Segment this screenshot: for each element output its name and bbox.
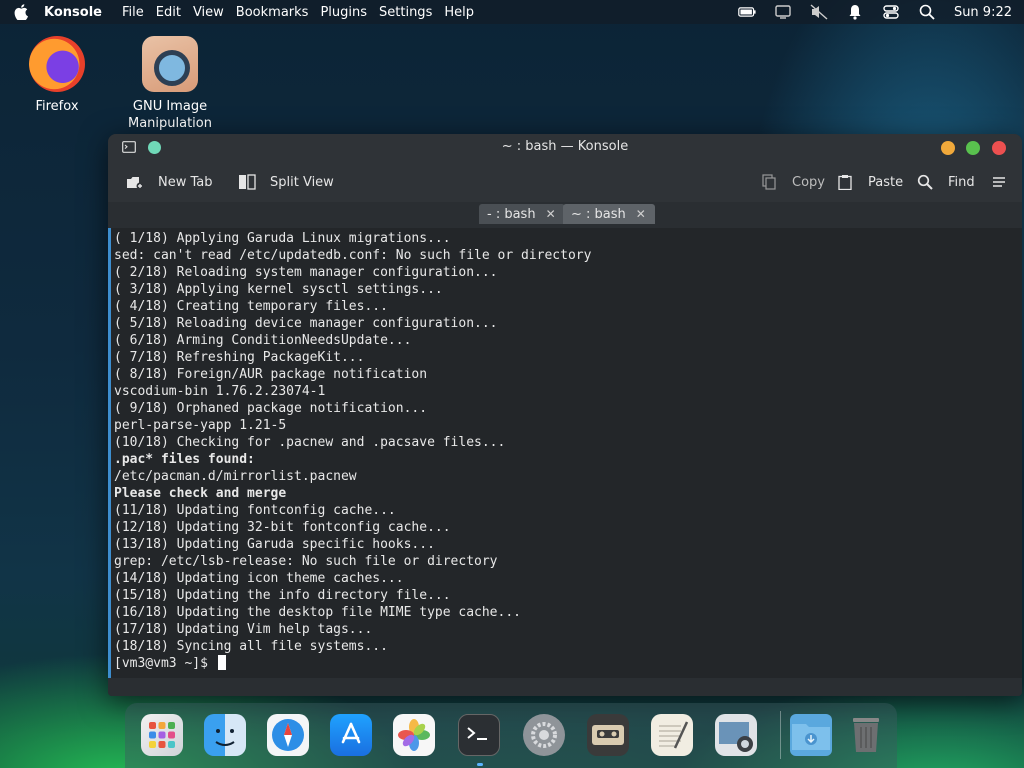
running-indicator	[477, 763, 483, 766]
close-tab-icon[interactable]: ✕	[636, 207, 646, 221]
hamburger-menu-button[interactable]	[990, 162, 1022, 202]
window-bottom-frame	[108, 678, 1022, 696]
menu-edit[interactable]: Edit	[156, 5, 181, 20]
maximize-button[interactable]	[966, 141, 980, 155]
terminal-line: (16/18) Updating the desktop file MIME t…	[114, 605, 521, 620]
new-tab-button[interactable]: New Tab	[126, 162, 213, 202]
photos-icon[interactable]	[393, 714, 435, 756]
launchpad-icon[interactable]	[141, 714, 183, 756]
copy-icon	[760, 173, 778, 191]
volume-muted-icon[interactable]	[810, 4, 828, 20]
terminal-line: ( 9/18) Orphaned package notification...	[114, 401, 428, 416]
text-cursor	[217, 655, 226, 670]
paste-label: Paste	[868, 174, 904, 190]
toolbar: New Tab Split View Copy Paste Find	[108, 162, 1022, 202]
tab-label: - : bash	[487, 206, 536, 222]
copy-button[interactable]: Copy	[760, 162, 825, 202]
paste-icon	[836, 173, 854, 191]
notifications-icon[interactable]	[846, 4, 864, 20]
cassette-icon[interactable]	[587, 714, 629, 756]
menu-file[interactable]: File	[122, 5, 144, 20]
tab-label: ~ : bash	[571, 206, 626, 222]
terminal-line: (12/18) Updating 32-bit fontconfig cache…	[114, 520, 451, 535]
terminal-line: (10/18) Checking for .pacnew and .pacsav…	[114, 435, 506, 450]
copy-label: Copy	[792, 174, 825, 190]
terminal-line: (14/18) Updating icon theme caches...	[114, 571, 404, 586]
screenshot-icon[interactable]	[715, 714, 757, 756]
terminal-line: vscodium-bin 1.76.2.23074-1	[114, 384, 326, 399]
terminal-icon[interactable]	[458, 714, 500, 756]
terminal-line: ( 6/18) Arming ConditionNeedsUpdate...	[114, 333, 412, 348]
desktop-icon-gimp[interactable]: GNU Image Manipulation ...	[120, 36, 220, 149]
menu-plugins[interactable]: Plugins	[320, 5, 367, 20]
desktop-icon-firefox[interactable]: Firefox	[7, 36, 107, 115]
gimp-icon	[142, 36, 198, 92]
finder-icon[interactable]	[204, 714, 246, 756]
terminal-line: ( 4/18) Creating temporary files...	[114, 299, 388, 314]
status-tray: Sun 9:22	[738, 0, 1024, 24]
split-view-icon	[238, 173, 256, 191]
terminal-line: ( 8/18) Foreign/AUR package notification	[114, 367, 428, 382]
paste-button[interactable]: Paste	[836, 162, 903, 202]
firefox-icon	[29, 36, 85, 92]
apple-icon[interactable]	[14, 4, 28, 20]
terminal-line: perl-parse-yapp 1.21-5	[114, 418, 287, 433]
system-settings-icon[interactable]	[523, 714, 565, 756]
display-icon[interactable]	[774, 4, 792, 20]
shell-prompt: [vm3@vm3 ~]$	[114, 656, 216, 671]
terminal-line: sed: can't read /etc/updatedb.conf: No s…	[114, 248, 592, 263]
find-label: Find	[948, 174, 975, 190]
title-bar[interactable]: ~ : bash — Konsole	[108, 134, 1022, 162]
terminal-line: (11/18) Updating fontconfig cache...	[114, 503, 396, 518]
terminal-line: ( 5/18) Reloading device manager configu…	[114, 316, 498, 331]
split-view-label: Split View	[270, 174, 334, 190]
terminal-line: ( 2/18) Reloading system manager configu…	[114, 265, 498, 280]
hamburger-menu-icon	[990, 173, 1008, 191]
desktop-icon-label: Firefox	[35, 99, 79, 114]
terminal-line: ( 3/18) Applying kernel sysctl settings.…	[114, 282, 443, 297]
tab-bar: - : bash ✕ ~ : bash ✕	[108, 202, 1022, 228]
find-icon	[916, 173, 934, 191]
tab-bash-2[interactable]: ~ : bash ✕	[563, 204, 655, 224]
terminal-prompt-line[interactable]: [vm3@vm3 ~]$	[114, 655, 1022, 672]
split-view-button[interactable]: Split View	[238, 162, 334, 202]
dock-separator	[780, 711, 781, 759]
terminal-line: grep: /etc/lsb-release: No such file or …	[114, 554, 498, 569]
safari-icon[interactable]	[267, 714, 309, 756]
terminal-line: (18/18) Syncing all file systems...	[114, 639, 388, 654]
downloads-folder-icon[interactable]	[790, 714, 832, 756]
trash-icon[interactable]	[845, 714, 887, 756]
window-title: ~ : bash — Konsole	[501, 139, 629, 154]
terminal-line: (13/18) Updating Garuda specific hooks..…	[114, 537, 435, 552]
tab-bash-1[interactable]: - : bash ✕	[479, 204, 565, 224]
app-store-icon[interactable]	[330, 714, 372, 756]
menu-help[interactable]: Help	[444, 5, 474, 20]
menu-settings[interactable]: Settings	[379, 5, 432, 20]
terminal-output[interactable]: ( 1/18) Applying Garuda Linux migrations…	[108, 228, 1022, 678]
new-tab-icon	[126, 173, 144, 191]
close-button[interactable]	[992, 141, 1006, 155]
menu-view[interactable]: View	[193, 5, 224, 20]
minimize-button[interactable]	[941, 141, 955, 155]
battery-icon[interactable]	[738, 4, 756, 20]
terminal-line: /etc/pacman.d/mirrorlist.pacnew	[114, 469, 357, 484]
konsole-window: ~ : bash — Konsole New Tab Split View Co…	[108, 134, 1022, 696]
close-tab-icon[interactable]: ✕	[546, 207, 556, 221]
text-editor-icon[interactable]	[651, 714, 693, 756]
control-center-icon[interactable]	[882, 4, 900, 20]
terminal-line: Please check and merge	[114, 486, 287, 501]
terminal-line: (17/18) Updating Vim help tags...	[114, 622, 373, 637]
new-tab-label: New Tab	[158, 174, 213, 190]
terminal-line: ( 1/18) Applying Garuda Linux migrations…	[114, 231, 451, 246]
terminal-line: (15/18) Updating the info directory file…	[114, 588, 451, 603]
search-icon[interactable]	[918, 4, 936, 20]
find-button[interactable]: Find	[916, 162, 975, 202]
menubar-clock[interactable]: Sun 9:22	[954, 5, 1012, 20]
active-app-name[interactable]: Konsole	[44, 5, 102, 20]
menu-bar: Konsole File Edit View Bookmarks Plugins…	[0, 0, 1024, 24]
terminal-line: .pac* files found:	[114, 452, 255, 467]
dock	[125, 703, 897, 768]
terminal-line: ( 7/18) Refreshing PackageKit...	[114, 350, 365, 365]
menu-bookmarks[interactable]: Bookmarks	[236, 5, 309, 20]
